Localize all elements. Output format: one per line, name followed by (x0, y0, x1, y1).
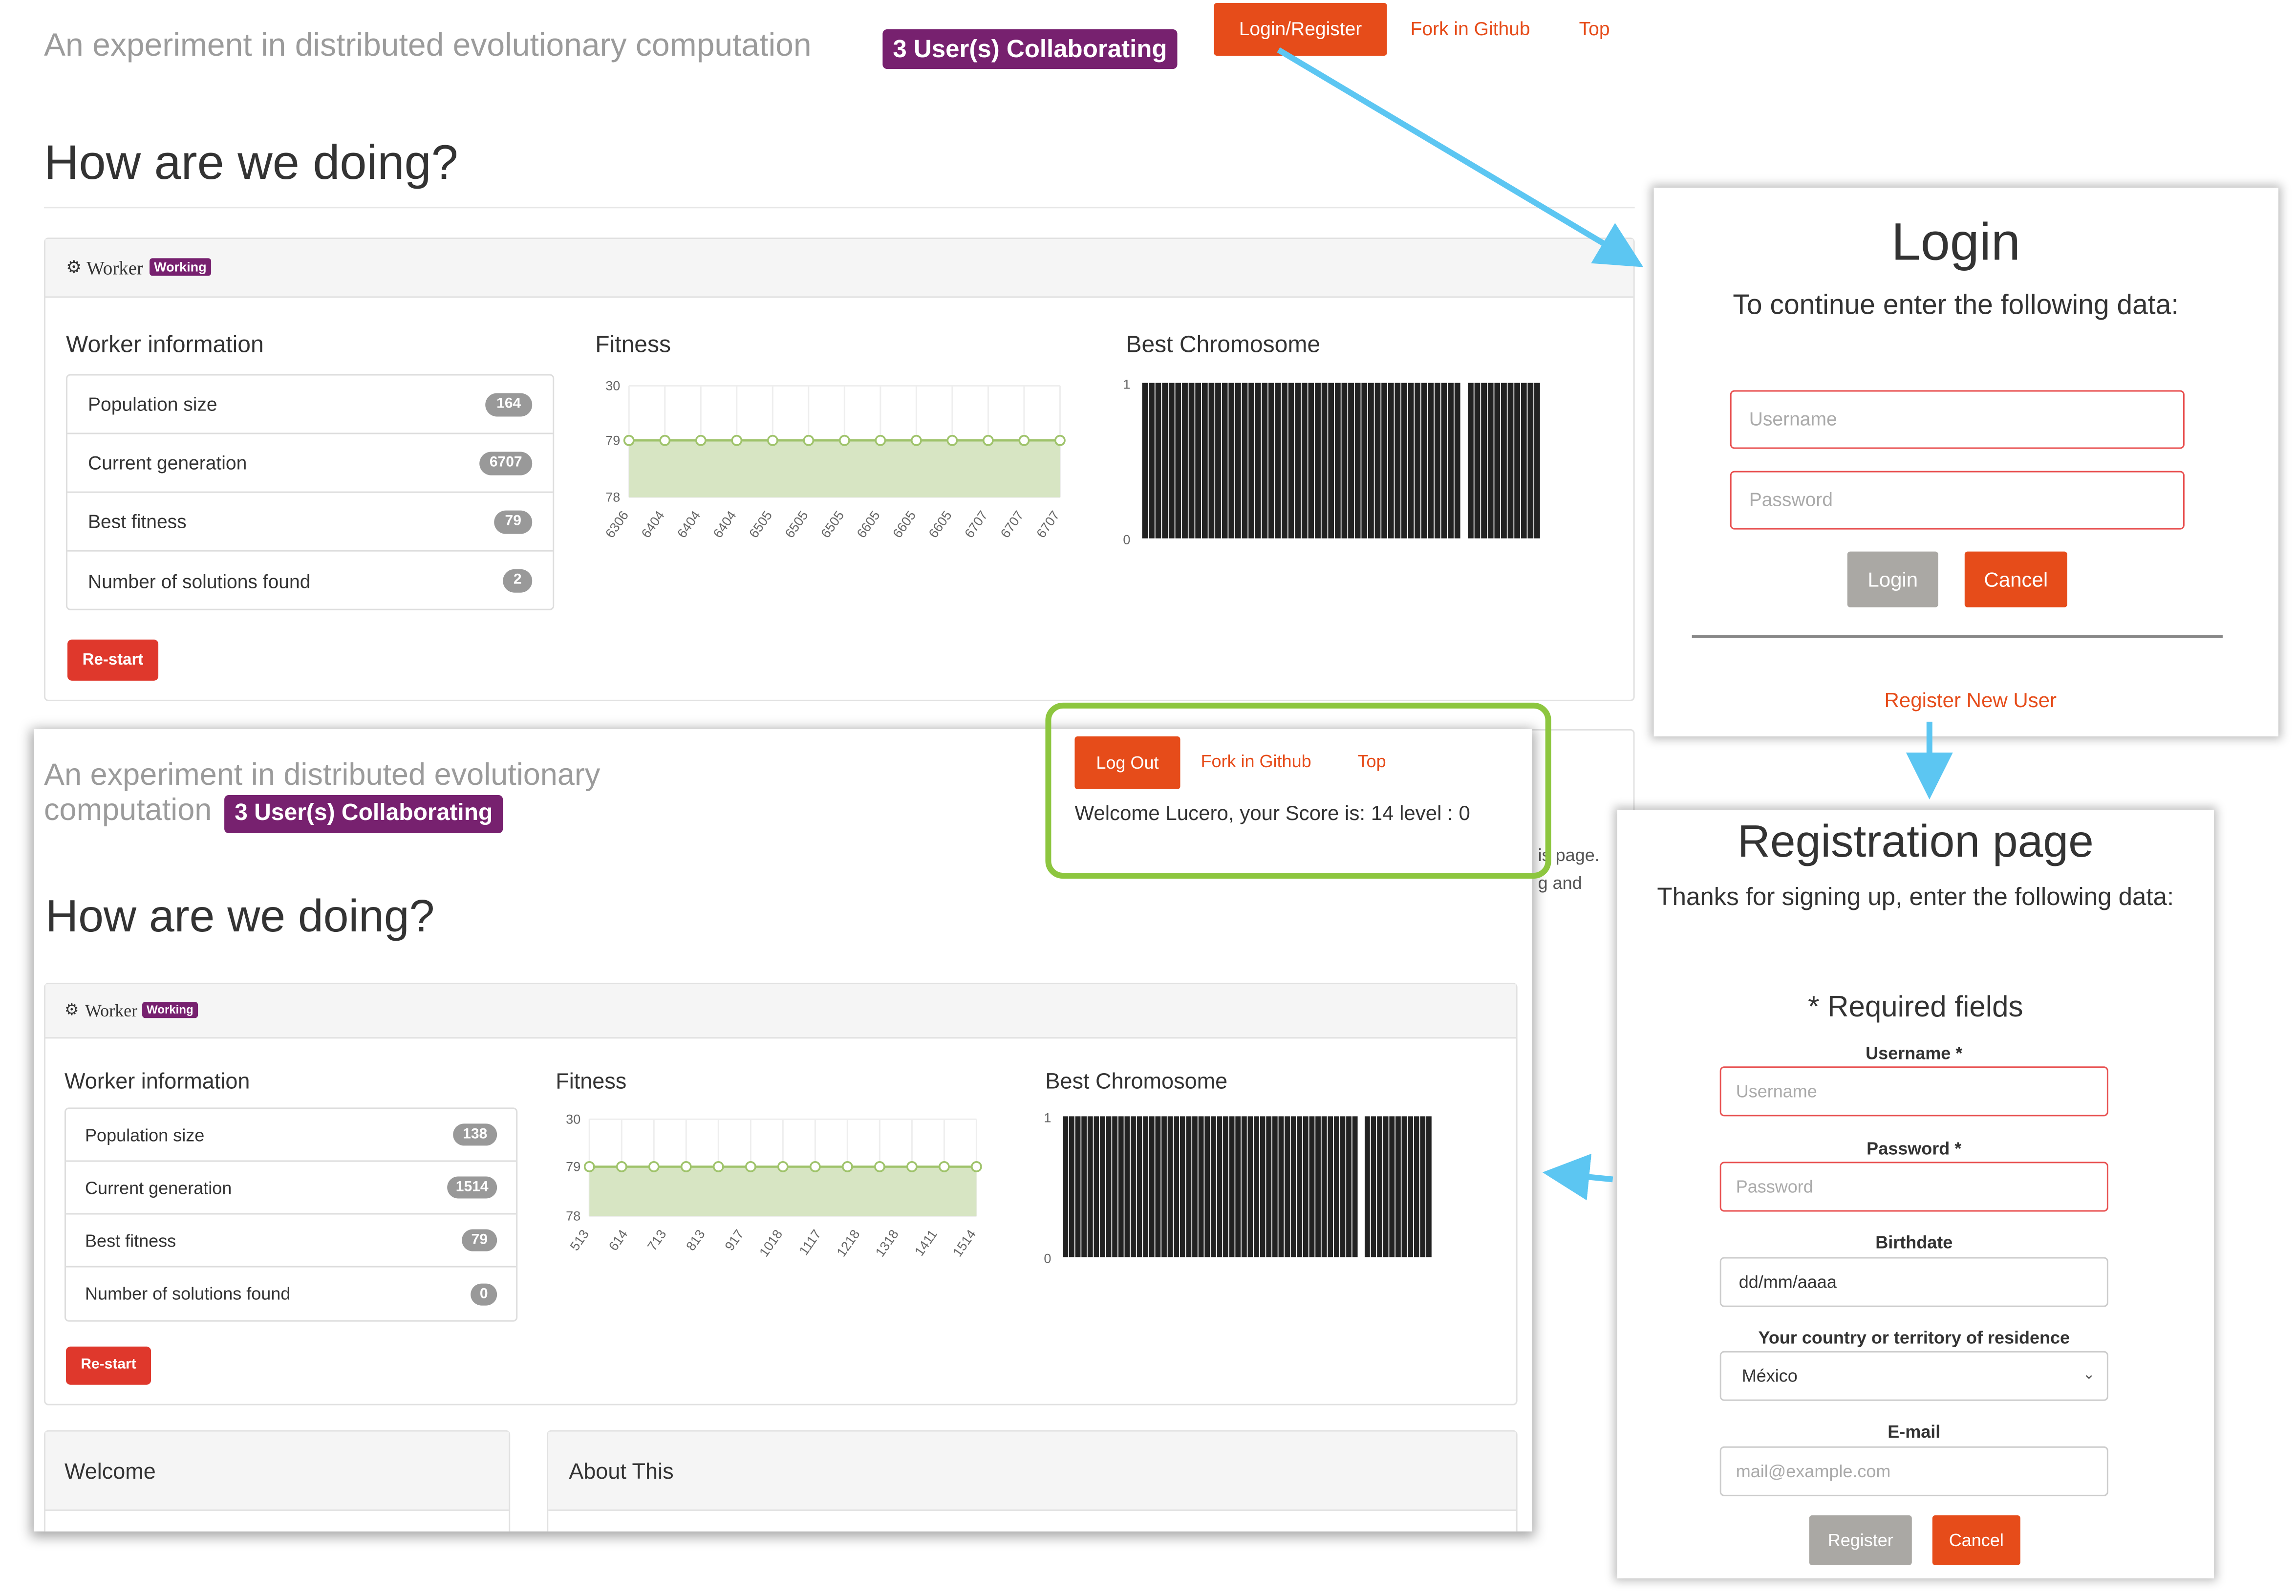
arrow-loggedin (1542, 1153, 1613, 1201)
flow-arrows (1277, 47, 1953, 1201)
arrow-login (1277, 47, 1644, 267)
